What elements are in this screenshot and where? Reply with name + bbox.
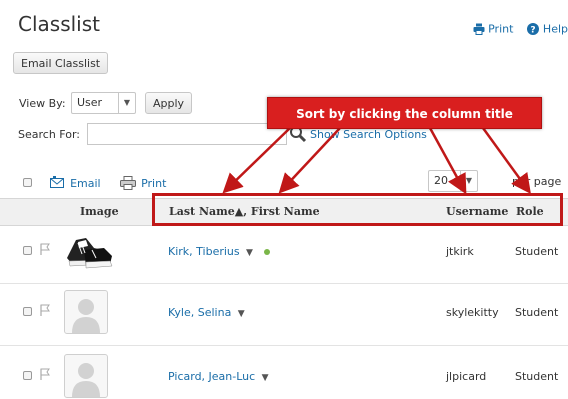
print-page-link[interactable]: Print bbox=[473, 22, 517, 36]
avatar bbox=[64, 354, 108, 398]
student-name-link[interactable]: Kyle, Selina ▼ bbox=[168, 306, 245, 319]
per-page-value: 20 bbox=[434, 174, 448, 187]
apply-button[interactable]: Apply bbox=[145, 92, 193, 114]
column-header-image: Image bbox=[80, 205, 119, 218]
printer-icon bbox=[120, 175, 136, 190]
search-input[interactable] bbox=[87, 123, 287, 145]
row-divider bbox=[0, 283, 568, 284]
username-cell: skylekitty bbox=[446, 306, 499, 319]
top-links: Print ? Help bbox=[473, 22, 568, 36]
flag-icon[interactable] bbox=[40, 304, 50, 316]
help-icon: ? bbox=[527, 23, 540, 36]
avatar bbox=[64, 228, 114, 272]
chevron-down-icon[interactable]: ▼ bbox=[235, 309, 245, 319]
sort-callout: Sort by clicking the column title bbox=[267, 97, 542, 129]
student-name-link[interactable]: Picard, Jean-Luc ▼ bbox=[168, 370, 269, 383]
email-classlist-button[interactable]: Email Classlist bbox=[13, 52, 109, 74]
svg-text:?: ? bbox=[531, 26, 536, 36]
student-name: Picard, Jean-Luc bbox=[168, 370, 256, 383]
role-cell: Student bbox=[515, 245, 559, 258]
role-cell: Student bbox=[515, 370, 559, 383]
row-checkbox[interactable] bbox=[23, 307, 32, 316]
view-by-value: User bbox=[77, 96, 103, 109]
per-page-select[interactable]: 20 ▼ bbox=[428, 170, 478, 192]
avatar bbox=[64, 290, 108, 334]
user-placeholder-icon bbox=[72, 363, 100, 397]
chevron-down-icon[interactable]: ▼ bbox=[259, 373, 269, 383]
printer-icon bbox=[473, 23, 485, 36]
student-name: Kyle, Selina bbox=[168, 306, 232, 319]
print-action[interactable]: Print bbox=[120, 172, 166, 191]
chevron-down-icon[interactable]: ▼ bbox=[243, 248, 253, 258]
view-by-label: View By: bbox=[19, 97, 66, 110]
chevron-down-icon: ▼ bbox=[118, 93, 135, 113]
per-page-label: per page bbox=[512, 175, 562, 188]
print-page-label: Print bbox=[488, 22, 514, 36]
email-icon bbox=[50, 176, 64, 188]
username-cell: jlpicard bbox=[446, 370, 487, 383]
username-cell: jtkirk bbox=[446, 245, 474, 258]
student-name: Kirk, Tiberius bbox=[168, 245, 240, 258]
student-name-link[interactable]: Kirk, Tiberius ▼ bbox=[168, 245, 271, 258]
flag-icon[interactable] bbox=[40, 243, 50, 255]
print-label: Print bbox=[141, 177, 167, 190]
search-for-label: Search For: bbox=[18, 128, 80, 141]
help-link[interactable]: ? Help bbox=[527, 22, 568, 36]
row-checkbox[interactable] bbox=[23, 371, 32, 380]
user-placeholder-icon bbox=[72, 299, 100, 333]
email-action[interactable]: Email bbox=[50, 172, 101, 191]
help-label: Help bbox=[542, 22, 568, 36]
email-label: Email bbox=[70, 177, 101, 190]
sneakers-image bbox=[67, 238, 113, 269]
view-by-select[interactable]: User ▼ bbox=[71, 92, 136, 114]
flag-icon[interactable] bbox=[40, 368, 50, 380]
online-status-icon bbox=[264, 249, 271, 255]
select-all-checkbox[interactable] bbox=[23, 178, 32, 187]
row-divider bbox=[0, 345, 568, 346]
role-cell: Student bbox=[515, 306, 559, 319]
column-titles-highlight bbox=[152, 193, 563, 226]
row-checkbox[interactable] bbox=[23, 246, 32, 255]
chevron-down-icon: ▼ bbox=[460, 171, 477, 191]
page-title: Classlist bbox=[18, 12, 100, 36]
